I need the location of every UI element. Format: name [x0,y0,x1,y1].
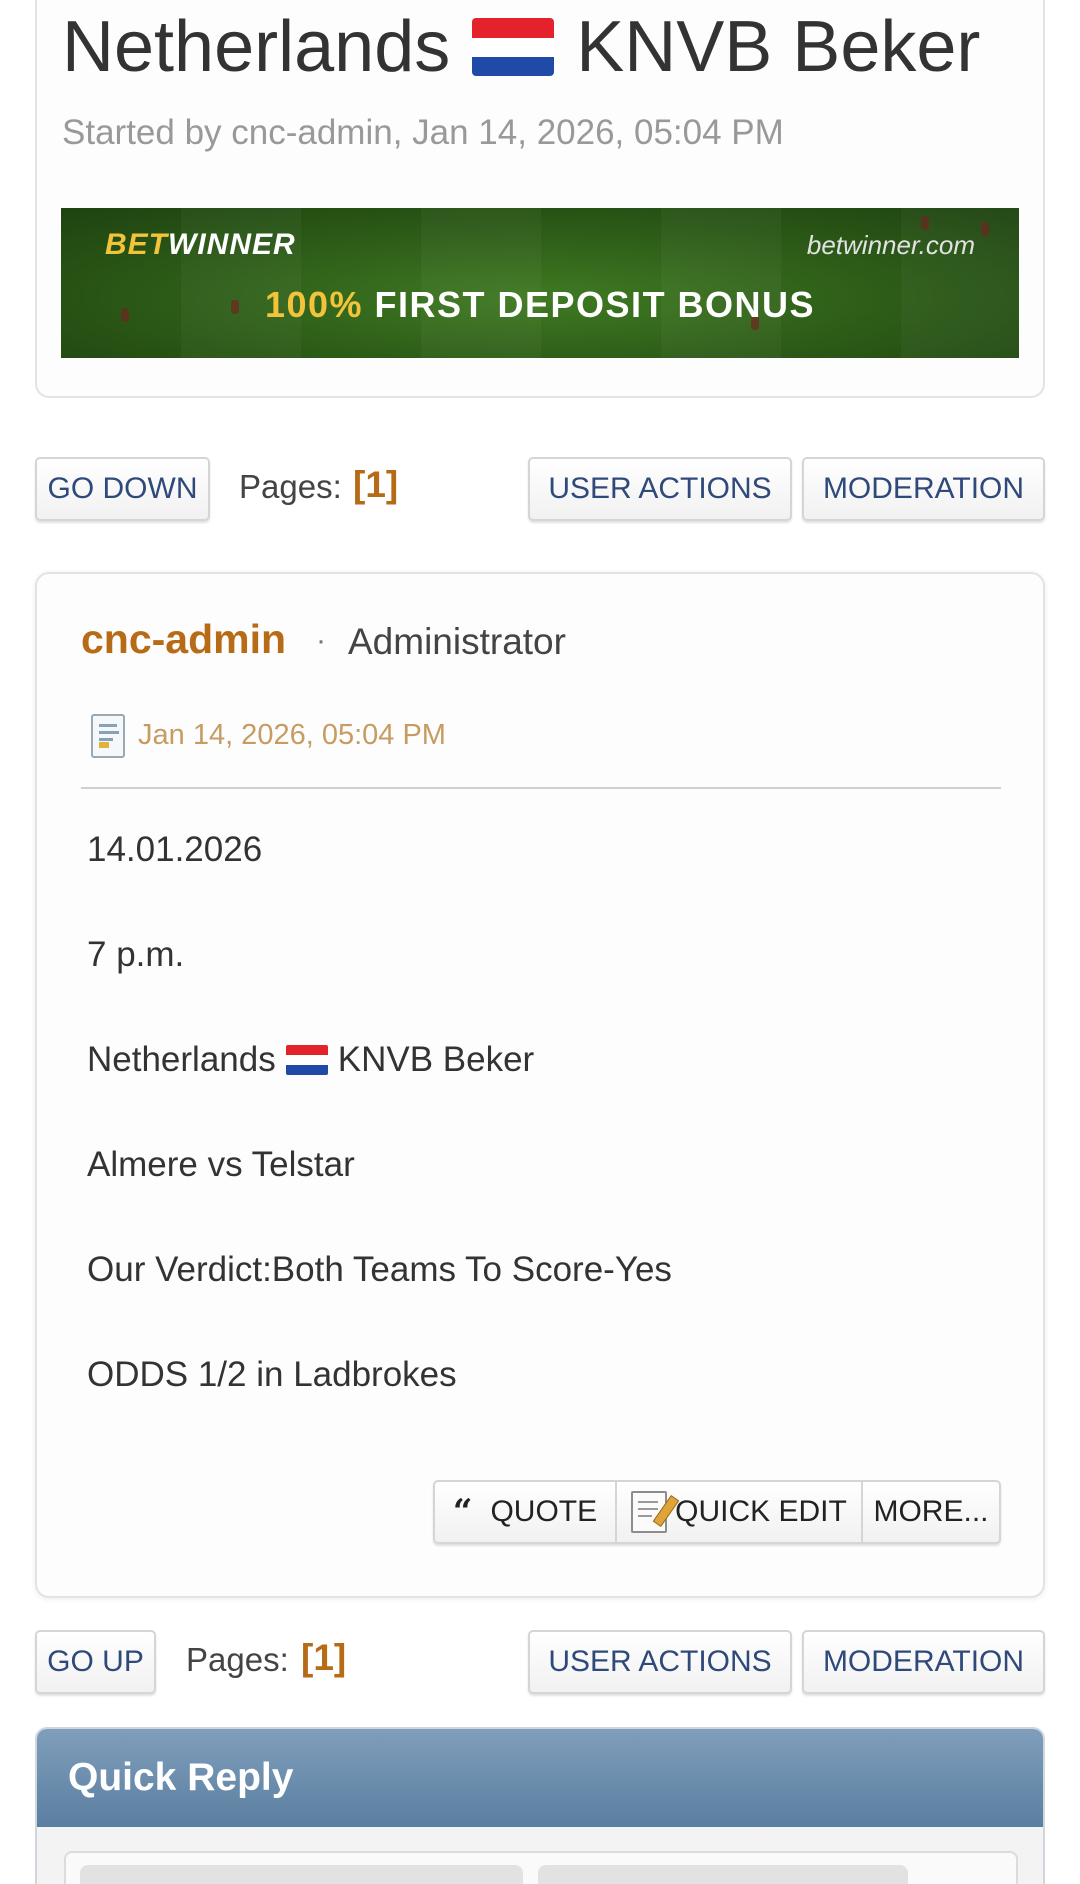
post-body-date: 14.01.2026 [87,830,263,869]
banner-brand-bet: BET [105,228,168,261]
page-link-current[interactable]: [1] [353,464,398,506]
post-date-link[interactable]: Jan 14, 2026, 05:04 PM [138,719,446,752]
poster-name-link[interactable]: cnc-admin [81,616,286,663]
more-button[interactable]: MORE... [861,1482,999,1542]
moderation-button[interactable]: MODERATION [802,457,1045,521]
poster-separator: · [316,624,326,657]
post-body-odds: ODDS 1/2 in Ladbrokes [87,1355,457,1394]
banner-field-stripe [661,208,781,358]
go-up-button[interactable]: GO UP [35,1630,156,1694]
banner-site: betwinner.com [806,230,975,260]
quick-reply-panel: Quick Reply [35,1727,1045,1884]
quote-button[interactable]: “ QUOTE [435,1482,615,1542]
post-divider [81,787,1001,789]
banner-player-figure [981,222,989,236]
banner-offer-text: FIRST DEPOSIT BONUS [374,284,816,325]
topic-title-left: Netherlands [62,7,451,87]
more-button-label: MORE... [873,1495,989,1528]
post-actions: “ QUOTE QUICK EDIT MORE... [433,1480,1001,1544]
user-actions-button[interactable]: USER ACTIONS [528,457,792,521]
go-down-button[interactable]: GO DOWN [35,457,210,521]
quick-reply-editor [64,1851,1018,1884]
poster-role: Administrator [348,621,566,662]
banner-brand-winner: WINNER [168,228,296,261]
quick-reply-header[interactable]: Quick Reply [37,1729,1043,1827]
topic-title-right: KNVB Beker [576,7,981,87]
quick-edit-button-label: QUICK EDIT [675,1495,847,1528]
post-body-league-left: Netherlands [87,1040,276,1079]
post-body-time: 7 p.m. [87,935,185,974]
quote-icon: “ [452,1492,473,1532]
moderation-button[interactable]: MODERATION [802,1630,1045,1694]
post-body-league-right: KNVB Beker [337,1040,535,1079]
pages-label: Pages: [186,1641,289,1678]
netherlands-flag-icon [285,1045,328,1075]
post-document-icon [91,714,125,758]
quick-reply-toolbar-button[interactable] [538,1865,908,1884]
banner-field-stripe [421,208,541,358]
page-link-current[interactable]: [1] [301,1637,346,1679]
topic-started-by: Started by cnc-admin, Jan 14, 2026, 05:0… [62,113,784,152]
banner-offer: 100% FIRST DEPOSIT BONUS [61,284,1019,326]
betwinner-banner[interactable]: BETWINNER betwinner.com 100% FIRST DEPOS… [61,208,1019,358]
quick-reply-toolbar-button[interactable] [80,1865,523,1884]
user-actions-button[interactable]: USER ACTIONS [528,1630,792,1694]
banner-player-figure [921,216,929,230]
post-body-match: Almere vs Telstar [87,1145,355,1184]
topic-title: Netherlands KNVB Beker [62,4,980,90]
pages-label: Pages: [239,468,342,505]
quick-edit-button[interactable]: QUICK EDIT [615,1482,861,1542]
netherlands-flag-icon [472,18,555,77]
edit-note-icon [631,1491,668,1533]
post-body-verdict: Our Verdict:Both Teams To Score-Yes [87,1250,672,1289]
banner-offer-percent: 100% [264,284,364,325]
banner-brand-logo: BETWINNER [105,228,296,262]
post-body-league: Netherlands KNVB Beker [87,1040,534,1080]
quote-button-label: QUOTE [490,1495,598,1528]
